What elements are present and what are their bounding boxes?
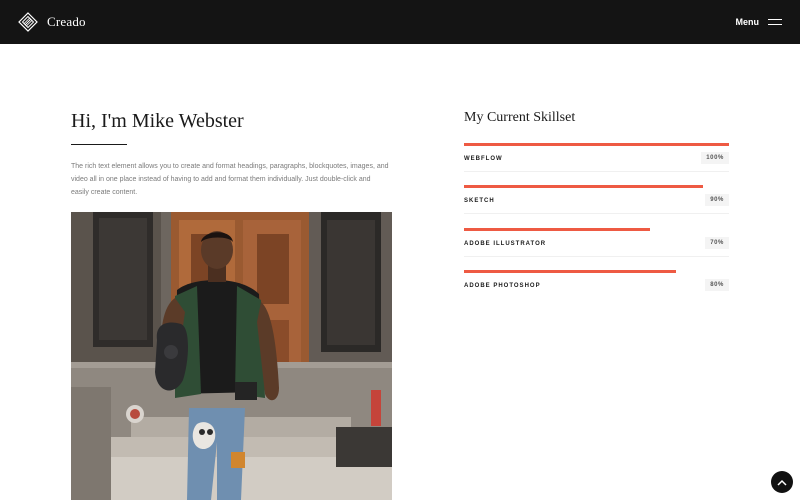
skill-percent-badge: 90% [705, 194, 729, 207]
chevron-up-icon [777, 479, 787, 486]
skill-item: ADOBE ILLUSTRATOR 70% [464, 227, 729, 270]
skill-progress-bar [464, 185, 729, 189]
skill-name: SKETCH [464, 198, 495, 205]
skill-divider [464, 171, 729, 172]
menu-label: Menu [735, 17, 760, 27]
skills-title: My Current Skillset [464, 110, 576, 125]
skills-section: My Current Skillset WEBFLOW 100% SKETCH … [464, 109, 729, 312]
skill-name: WEBFLOW [464, 156, 503, 162]
navbar: Creado Menu [0, 0, 800, 44]
skill-item: SKETCH 90% [464, 185, 729, 227]
title-divider [71, 144, 127, 145]
skill-item: WEBFLOW 100% [464, 143, 729, 185]
skill-divider [464, 255, 729, 257]
brand-name: Creado [47, 14, 86, 29]
skill-percent-badge: 70% [705, 236, 729, 249]
skill-name: ADOBE PHOTOSHOP [464, 282, 541, 289]
brand-link[interactable]: Creado [18, 12, 86, 32]
skill-divider [464, 213, 729, 215]
skill-item: ADOBE PHOTOSHOP 80% [464, 269, 729, 312]
intro-paragraph: The rich text element allows you to crea… [71, 163, 389, 196]
page-title: Hi, I'm Mike Webster [71, 110, 244, 132]
menu-button[interactable]: Menu [735, 17, 782, 27]
intro-section: Hi, I'm Mike Webster The rich text eleme… [71, 108, 392, 199]
back-to-top-button[interactable] [771, 471, 793, 493]
skill-percent-badge: 100% [701, 152, 729, 164]
skill-progress-bar [464, 143, 729, 146]
skill-name: ADOBE ILLUSTRATOR [464, 240, 547, 247]
diamond-logo-icon [18, 12, 38, 32]
hamburger-icon [768, 18, 782, 26]
skill-percent-badge: 80% [705, 278, 729, 291]
profile-photo [71, 212, 392, 500]
skill-list: WEBFLOW 100% SKETCH 90% ADOBE ILLUSTRATO… [464, 143, 729, 312]
skill-progress-bar [464, 269, 729, 273]
skill-progress-bar [464, 227, 729, 231]
